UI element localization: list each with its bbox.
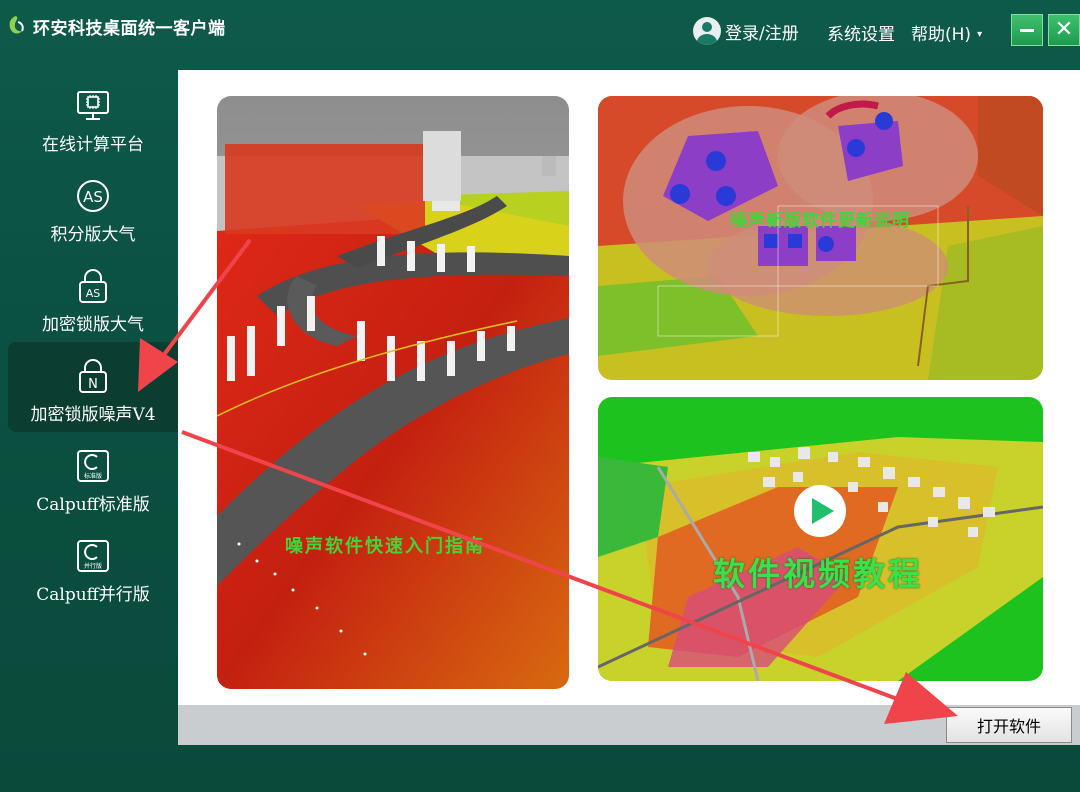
settings-menu[interactable]: 系统设置 (827, 20, 895, 45)
app-title: 环安科技桌面统一客户端 (33, 19, 226, 39)
icon-text: AS (83, 188, 103, 206)
open-software-button[interactable]: 打开软件 (946, 707, 1072, 743)
sidebar-item-integral-air[interactable]: AS 积分版大气 (8, 162, 178, 252)
quick-start-guide-card[interactable]: 噪声软件快速入门指南 (217, 96, 569, 689)
calpuff-standard-icon: 标准版 (75, 448, 111, 484)
sidebar-item-label: 加密锁版噪声V4 (30, 405, 156, 425)
chevron-down-icon: ▾ (977, 29, 983, 40)
as-circle-icon: AS (75, 178, 111, 214)
icon-text: AS (86, 287, 101, 300)
update-notes-caption: 噪声新版软件更新说明 (730, 211, 910, 231)
sidebar-item-label: Calpuff标准版 (36, 495, 150, 515)
title-bar: 环安科技桌面统一客户端 登录/注册 系统设置 帮助(H) ▾ ✕ (0, 0, 1080, 62)
footer-bar (178, 705, 1080, 745)
sidebar-item-label: 加密锁版大气 (42, 315, 144, 335)
update-notes-card[interactable]: 噪声新版软件更新说明 (598, 96, 1043, 380)
sidebar-item-calpuff-parallel[interactable]: 并行版 Calpuff并行版 (8, 522, 178, 612)
sidebar-item-online-platform[interactable]: 在线计算平台 (8, 72, 178, 162)
app-logo-icon (9, 16, 24, 34)
highway-noise-map-image (217, 96, 569, 689)
icon-text: N (88, 377, 98, 392)
icon-text: 标准版 (84, 472, 102, 480)
login-label: 登录/注册 (725, 23, 799, 44)
quick-start-caption: 噪声软件快速入门指南 (285, 536, 485, 557)
play-video-button[interactable] (794, 485, 846, 537)
minimize-button[interactable] (1011, 14, 1043, 46)
lock-as-icon: AS (75, 268, 111, 304)
close-button[interactable]: ✕ (1048, 14, 1080, 46)
sidebar-item-label: 积分版大气 (50, 225, 136, 245)
help-label: 帮助(H) (911, 25, 972, 45)
login-register-link[interactable]: 登录/注册 (693, 17, 799, 45)
plant-noise-contour-image (598, 96, 1043, 380)
calpuff-parallel-icon: 并行版 (75, 538, 111, 574)
sidebar-item-label: Calpuff并行版 (36, 585, 150, 605)
monitor-chip-icon (75, 88, 111, 124)
icon-text: 并行版 (84, 562, 102, 570)
terrain-noise-map-image (598, 397, 1043, 681)
lock-n-icon: N (75, 358, 111, 394)
help-menu[interactable]: 帮助(H) ▾ (911, 20, 982, 45)
video-tutorial-card[interactable]: 软件视频教程 (598, 397, 1043, 681)
video-tutorial-caption: 软件视频教程 (713, 555, 924, 593)
user-avatar-icon (693, 17, 721, 45)
sidebar-item-dongle-air[interactable]: AS 加密锁版大气 (8, 252, 178, 342)
sidebar-item-dongle-noise-v4[interactable]: N 加密锁版噪声V4 (8, 342, 178, 432)
close-icon: ✕ (1054, 17, 1074, 42)
sidebar-item-label: 在线计算平台 (42, 135, 144, 155)
sidebar-item-calpuff-standard[interactable]: 标准版 Calpuff标准版 (8, 432, 178, 522)
